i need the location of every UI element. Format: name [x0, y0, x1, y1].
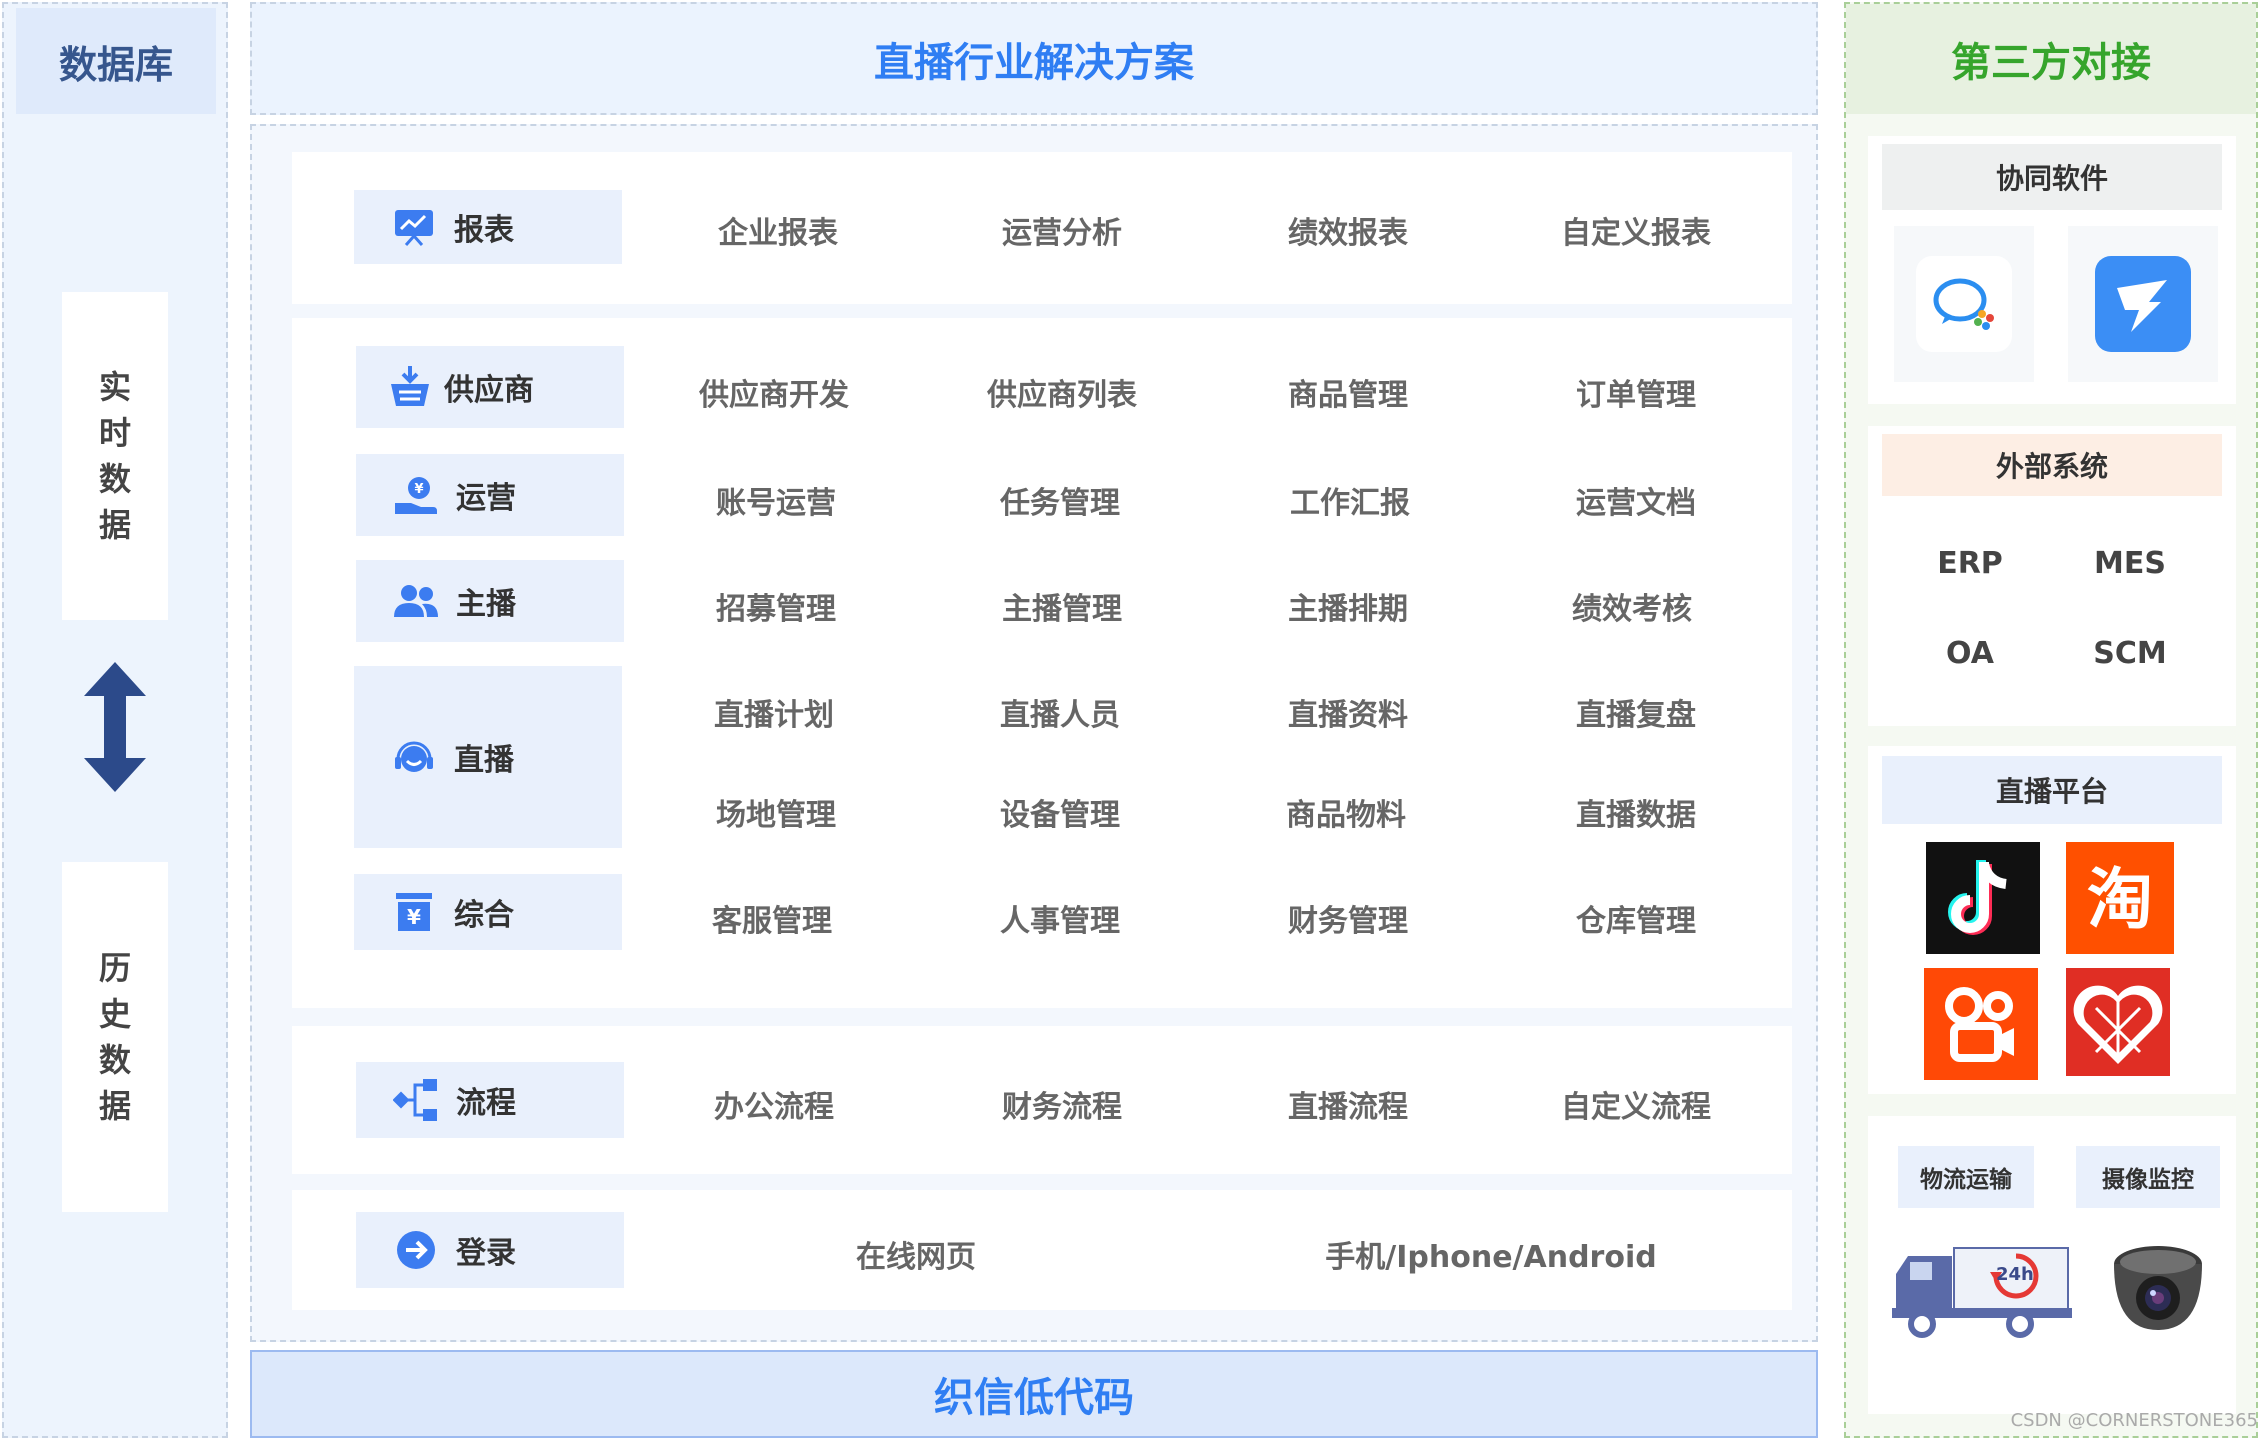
realtime-char: 据	[98, 506, 131, 544]
dingtalk-icon	[2095, 256, 2191, 352]
system-oa[interactable]: OA	[1920, 636, 2020, 671]
camera-label: 摄像监控	[2076, 1146, 2220, 1208]
douyin-icon[interactable]	[1926, 842, 2040, 954]
process-item[interactable]: 财务流程	[952, 1082, 1172, 1126]
realtime-data-card: 实 时 数 据	[62, 292, 168, 620]
live-item[interactable]: 场地管理	[666, 790, 886, 834]
delivery-truck-icon[interactable]: 24h	[1888, 1240, 2072, 1342]
platform-footer: 织信低代码	[250, 1350, 1818, 1438]
operation-item[interactable]: 运营文档	[1526, 478, 1746, 522]
supplier-item[interactable]: 供应商开发	[664, 370, 884, 414]
anchor-item[interactable]: 主播管理	[952, 584, 1172, 628]
realtime-char: 时	[98, 414, 131, 452]
wecom-icon	[1916, 256, 2012, 352]
general-item[interactable]: 人事管理	[950, 896, 1170, 940]
operation-item[interactable]: 账号运营	[666, 478, 886, 522]
general-item[interactable]: 财务管理	[1238, 896, 1458, 940]
flow-branch-icon	[386, 1077, 446, 1123]
headset-icon	[384, 735, 444, 779]
solution-title: 直播行业解决方案	[250, 2, 1818, 115]
process-item[interactable]: 办公流程	[664, 1082, 884, 1126]
arrow-right-circle-icon	[386, 1229, 446, 1271]
system-mes[interactable]: MES	[2080, 546, 2180, 581]
external-title: 外部系统	[1882, 434, 2222, 496]
supplier-item[interactable]: 供应商列表	[952, 370, 1172, 414]
live-item[interactable]: 直播数据	[1526, 790, 1746, 834]
svg-text:淘: 淘	[2087, 861, 2153, 938]
live-item[interactable]: 直播复盘	[1526, 690, 1746, 734]
module-login[interactable]: 登录	[356, 1212, 624, 1288]
dingtalk-app[interactable]	[2068, 226, 2218, 382]
database-title: 数据库	[16, 8, 216, 114]
module-label: 直播	[454, 743, 514, 778]
bidirectional-arrow-icon	[84, 662, 146, 792]
module-supplier[interactable]: 供应商	[356, 346, 624, 428]
process-item[interactable]: 自定义流程	[1526, 1082, 1746, 1126]
security-camera-icon[interactable]	[2106, 1234, 2210, 1338]
realtime-char: 数	[98, 460, 131, 498]
logistics-label: 物流运输	[1898, 1146, 2034, 1208]
anchor-item[interactable]: 绩效考核	[1522, 584, 1742, 628]
live-item[interactable]: 直播计划	[664, 690, 884, 734]
operation-item[interactable]: 任务管理	[950, 478, 1170, 522]
third-party-title: 第三方对接	[1846, 4, 2256, 114]
anchor-item[interactable]: 主播排期	[1238, 584, 1458, 628]
report-item[interactable]: 自定义报表	[1526, 208, 1746, 252]
history-char: 历	[98, 949, 131, 987]
general-item[interactable]: 客服管理	[662, 896, 882, 940]
live-item[interactable]: 商品物料	[1236, 790, 1456, 834]
supplier-item[interactable]: 订单管理	[1526, 370, 1746, 414]
svg-text:¥: ¥	[414, 482, 423, 497]
module-label: 登录	[456, 1236, 516, 1271]
general-item[interactable]: 仓库管理	[1526, 896, 1746, 940]
svg-text:¥: ¥	[407, 905, 421, 929]
module-general[interactable]: ¥ 综合	[354, 874, 622, 950]
module-live[interactable]: 直播	[354, 666, 622, 848]
finance-box-icon: ¥	[384, 891, 444, 933]
wecom-app[interactable]	[1894, 226, 2034, 382]
presentation-chart-icon	[384, 207, 444, 247]
live-item[interactable]: 设备管理	[950, 790, 1170, 834]
taobao-icon[interactable]: 淘	[2066, 842, 2174, 954]
hand-coin-icon: ¥	[386, 475, 446, 515]
history-char: 史	[98, 995, 131, 1033]
module-label: 流程	[456, 1086, 516, 1121]
basket-download-icon	[380, 364, 440, 410]
anchor-item[interactable]: 招募管理	[666, 584, 886, 628]
module-label: 运营	[456, 481, 516, 516]
operation-item[interactable]: 工作汇报	[1240, 478, 1460, 522]
module-label: 供应商	[444, 373, 534, 408]
module-label: 综合	[454, 898, 514, 933]
report-item[interactable]: 企业报表	[668, 208, 888, 252]
login-item-mobile[interactable]: 手机/Iphone/Android	[1296, 1232, 1686, 1276]
module-report[interactable]: 报表	[354, 190, 622, 264]
live-item[interactable]: 直播人员	[950, 690, 1170, 734]
realtime-char: 实	[98, 368, 131, 406]
module-anchor[interactable]: 主播	[356, 560, 624, 642]
watermark: CSDN @CORNERSTONE365	[2010, 1410, 2258, 1431]
report-item[interactable]: 运营分析	[952, 208, 1172, 252]
kuaishou-icon[interactable]	[1924, 968, 2038, 1080]
module-label: 主播	[456, 587, 516, 622]
history-char: 据	[98, 1087, 131, 1125]
live-item[interactable]: 直播资料	[1238, 690, 1458, 734]
live-platform-title: 直播平台	[1882, 756, 2222, 824]
users-icon	[386, 583, 446, 619]
login-item-web[interactable]: 在线网页	[776, 1232, 1056, 1276]
pinduoduo-icon[interactable]	[2066, 968, 2170, 1076]
module-label: 报表	[454, 213, 514, 248]
history-data-card: 历 史 数 据	[62, 862, 168, 1212]
module-process[interactable]: 流程	[356, 1062, 624, 1138]
history-char: 数	[98, 1041, 131, 1079]
system-scm[interactable]: SCM	[2080, 636, 2180, 671]
report-item[interactable]: 绩效报表	[1238, 208, 1458, 252]
delivery-badge: 24h	[1996, 1264, 2034, 1285]
system-erp[interactable]: ERP	[1920, 546, 2020, 581]
supplier-item[interactable]: 商品管理	[1238, 370, 1458, 414]
collab-title: 协同软件	[1882, 144, 2222, 210]
module-operation[interactable]: ¥ 运营	[356, 454, 624, 536]
process-item[interactable]: 直播流程	[1238, 1082, 1458, 1126]
